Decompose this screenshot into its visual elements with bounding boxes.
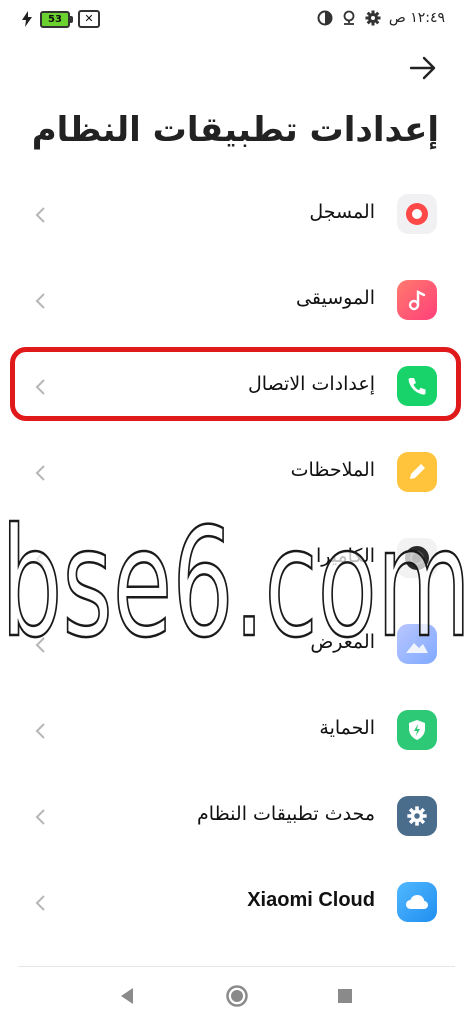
camera-icon <box>397 538 437 578</box>
list-item-xiaomi-cloud[interactable]: Xiaomi Cloud <box>0 858 473 944</box>
updater-gear-icon <box>397 796 437 836</box>
nav-divider <box>18 966 455 967</box>
chevron-left-icon <box>35 723 45 739</box>
item-label: المعرض <box>310 631 375 653</box>
chevron-left-icon <box>35 465 45 481</box>
item-label: إعدادات الاتصال <box>247 373 375 395</box>
no-sim-icon: ✕ <box>78 10 100 28</box>
status-left: 53 ✕ <box>22 10 100 28</box>
item-label: الملاحظات <box>290 459 375 481</box>
cloud-icon <box>397 882 437 922</box>
chevron-left-icon <box>35 379 45 395</box>
chevron-left-icon <box>35 551 45 567</box>
item-label: الحماية <box>319 717 375 739</box>
list-item-gallery[interactable]: المعرض <box>0 600 473 686</box>
settings-gear-icon <box>365 10 381 26</box>
charging-bolt-icon <box>22 11 32 27</box>
location-pin-icon <box>343 10 355 25</box>
data-saver-icon <box>317 10 333 26</box>
chevron-left-icon <box>35 293 45 309</box>
status-bar: 53 ✕ ١٢:٤٩ ص <box>0 0 473 40</box>
item-label: المسجل <box>309 201 375 223</box>
back-triangle-icon[interactable] <box>115 984 139 1008</box>
list-item-notes[interactable]: الملاحظات <box>0 428 473 514</box>
settings-list: المسجل الموسيقى إعدادات الاتصال الملاحظا… <box>0 170 473 944</box>
navigation-bar <box>0 968 473 1024</box>
chevron-left-icon <box>35 207 45 223</box>
status-time: ١٢:٤٩ ص <box>388 10 445 26</box>
chevron-left-icon <box>35 637 45 653</box>
status-right: ١٢:٤٩ ص <box>317 10 445 26</box>
list-item-call-settings[interactable]: إعدادات الاتصال <box>0 342 473 428</box>
list-item-recorder[interactable]: المسجل <box>0 170 473 256</box>
item-label: الموسيقى <box>296 287 375 309</box>
item-label: محدث تطبيقات النظام <box>197 803 375 825</box>
battery-level: 53 <box>48 13 62 25</box>
item-label: Xiaomi Cloud <box>247 889 375 911</box>
notes-pencil-icon <box>397 452 437 492</box>
recents-square-icon[interactable] <box>333 984 357 1008</box>
arrow-right-icon[interactable] <box>409 56 437 80</box>
security-shield-icon <box>397 710 437 750</box>
home-circle-icon[interactable] <box>225 984 249 1008</box>
item-label: الكاميرا <box>315 545 375 567</box>
chevron-left-icon <box>35 895 45 911</box>
list-item-system-updater[interactable]: محدث تطبيقات النظام <box>0 772 473 858</box>
music-icon <box>397 280 437 320</box>
list-item-music[interactable]: الموسيقى <box>0 256 473 342</box>
recorder-icon <box>397 194 437 234</box>
gallery-icon <box>397 624 437 664</box>
list-item-camera[interactable]: الكاميرا <box>0 514 473 600</box>
phone-icon <box>397 366 437 406</box>
chevron-left-icon <box>35 809 45 825</box>
list-item-security[interactable]: الحماية <box>0 686 473 772</box>
page-title: إعدادات تطبيقات النظام <box>31 110 439 150</box>
battery-icon: 53 <box>40 10 73 28</box>
